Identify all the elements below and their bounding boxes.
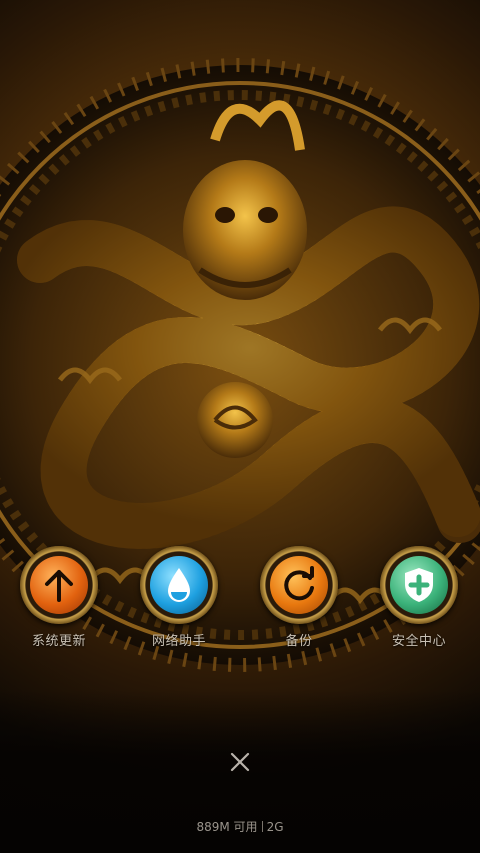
water-drop-icon [168, 568, 190, 602]
tile-label: 系统更新 [31, 634, 86, 649]
launcher-screen: 系统更新 网络助手 备份 安全中心 889M 可用 2G [0, 0, 480, 853]
tile-label: 安全中心 [391, 634, 446, 649]
tile-network-assistant[interactable]: 网络助手 [133, 546, 225, 649]
shield-plus-icon [405, 568, 433, 602]
backup-button[interactable] [260, 546, 338, 624]
tile-security-center[interactable]: 安全中心 [373, 546, 465, 649]
close-button[interactable] [225, 747, 255, 777]
memory-available: 889M 可用 [196, 820, 258, 834]
tile-label: 网络助手 [151, 634, 206, 649]
refresh-icon [284, 566, 314, 601]
tile-backup[interactable]: 备份 [253, 546, 345, 649]
security-center-button[interactable] [380, 546, 458, 624]
tile-label: 备份 [285, 634, 313, 649]
divider [261, 821, 263, 832]
network-assistant-button[interactable] [140, 546, 218, 624]
system-update-button[interactable] [20, 546, 98, 624]
close-icon [230, 752, 250, 772]
memory-status: 889M 可用 2G [0, 818, 480, 835]
tile-system-update[interactable]: 系统更新 [13, 546, 105, 649]
arrow-up-icon [45, 570, 73, 602]
network-type: 2G [266, 820, 284, 834]
